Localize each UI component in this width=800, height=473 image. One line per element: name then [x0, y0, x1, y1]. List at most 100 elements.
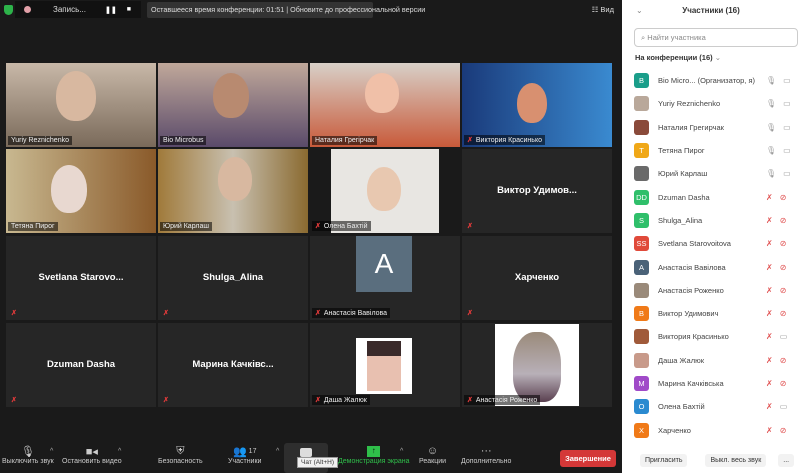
end-meeting-button[interactable]: Завершение: [560, 450, 616, 467]
video-tile[interactable]: Bio Microbus: [158, 63, 308, 147]
security-shield-icon[interactable]: [4, 5, 13, 15]
more-button[interactable]: ··· Дополнительно: [461, 444, 511, 465]
camera-off-icon[interactable]: ⊘: [780, 286, 787, 295]
camera-icon[interactable]: ▭: [780, 402, 788, 411]
video-tile[interactable]: Yuriy Reznichenko: [6, 63, 156, 147]
camera-off-icon[interactable]: ⊘: [780, 379, 787, 388]
video-tile[interactable]: Shulga_Alina ✗: [158, 236, 308, 320]
microphone-icon[interactable]: 🎙︎: [766, 146, 776, 155]
participants-count: 17: [248, 447, 257, 455]
muted-microphone-icon[interactable]: ✗: [766, 379, 773, 388]
camera-icon[interactable]: ▭: [780, 332, 788, 341]
invite-button[interactable]: Пригласить: [640, 454, 688, 467]
camera-icon[interactable]: ▭: [783, 169, 791, 178]
stop-recording-icon[interactable]: ■: [127, 6, 131, 13]
camera-off-icon[interactable]: ⊘: [780, 193, 787, 202]
muted-microphone-icon[interactable]: ✗: [766, 286, 773, 295]
camera-icon[interactable]: ▭: [783, 99, 791, 108]
audio-options-caret[interactable]: ^: [50, 448, 53, 455]
video-tile[interactable]: ✗ Олена Бахтій: [310, 149, 460, 233]
camera-off-icon[interactable]: ⊘: [780, 216, 787, 225]
participant-search-input[interactable]: ⌕ Найти участника: [634, 28, 798, 47]
video-tile[interactable]: ✗ Анастасія Роженко: [462, 323, 612, 407]
camera-off-icon[interactable]: ⊘: [780, 356, 787, 365]
view-button[interactable]: ☷ Вид: [592, 5, 614, 14]
participant-list-item[interactable]: Анастасія Роженко ✗ ⊘: [622, 279, 800, 302]
microphone-icon[interactable]: 🎙︎: [766, 169, 776, 178]
camera-off-icon[interactable]: ⊘: [780, 239, 787, 248]
participant-list-item[interactable]: S Shulga_Alina ✗ ⊘: [622, 209, 800, 232]
participant-list-item[interactable]: M Марина Качківська ✗ ⊘: [622, 372, 800, 395]
participant-list-item[interactable]: A Анастасія Вавілова ✗ ⊘: [622, 255, 800, 278]
participant-list-item[interactable]: Наталия Грегирчак 🎙︎ ▭: [622, 116, 800, 139]
video-tile[interactable]: Марина Качківс... ✗: [158, 323, 308, 407]
video-tile[interactable]: Наталия Грегірчак: [310, 63, 460, 147]
participant-list-item[interactable]: Юрий Карлаш 🎙︎ ▭: [622, 162, 800, 185]
panel-title: Участники (16): [682, 6, 740, 15]
participant-list-item[interactable]: Даша Жалюк ✗ ⊘: [622, 349, 800, 372]
muted-microphone-icon[interactable]: ✗: [766, 332, 773, 341]
participants-button[interactable]: 👥 17 Участники: [228, 444, 262, 466]
participants-options-caret[interactable]: ^: [276, 448, 279, 455]
recording-label: Запись...: [53, 5, 86, 14]
participant-list-item[interactable]: B Виктор Удимович ✗ ⊘: [622, 302, 800, 325]
muted-microphone-icon[interactable]: ✗: [766, 309, 773, 318]
mute-button[interactable]: 🎙 Выключить звук: [2, 444, 54, 466]
participant-list-item[interactable]: T Тетяна Пирог 🎙︎ ▭: [622, 139, 800, 162]
muted-microphone-icon[interactable]: ✗: [766, 239, 773, 248]
camera-off-icon[interactable]: ⊘: [780, 426, 787, 435]
tile-label: Yuriy Reznichenko: [8, 136, 72, 145]
camera-icon[interactable]: ▭: [783, 76, 791, 85]
share-options-caret[interactable]: ^: [400, 448, 403, 455]
video-tile[interactable]: ✗ Виктория Красинько: [462, 63, 612, 147]
participant-name: Юрий Карлаш: [658, 169, 708, 179]
stop-video-button[interactable]: ■◂ Остановить видео: [62, 444, 122, 466]
camera-off-icon[interactable]: ⊘: [780, 309, 787, 318]
video-tile[interactable]: Харченко ✗: [462, 236, 612, 320]
muted-microphone-icon[interactable]: ✗: [766, 402, 773, 411]
microphone-icon[interactable]: 🎙︎: [766, 123, 776, 132]
video-tile[interactable]: ✗ Даша Жалюк: [310, 323, 460, 407]
shield-icon: ⛨: [176, 444, 185, 457]
video-tile[interactable]: Юрий Карлаш: [158, 149, 308, 233]
security-button[interactable]: ⛨ Безопасность: [158, 444, 203, 466]
muted-microphone-icon[interactable]: ✗: [766, 356, 773, 365]
collapse-chevron-icon[interactable]: ⌄: [636, 0, 643, 22]
participant-name: Харченко: [658, 425, 691, 435]
participant-list-item[interactable]: B Bio Micro... (Организатор, я) 🎙︎ ▭: [622, 69, 800, 92]
camera-icon[interactable]: ▭: [783, 146, 791, 155]
muted-microphone-icon[interactable]: ✗: [766, 216, 773, 225]
participant-list-item[interactable]: DD Dzuman Dasha ✗ ⊘: [622, 185, 800, 208]
microphone-icon[interactable]: 🎙︎: [766, 99, 776, 108]
video-tile[interactable]: A ✗ Анастасія Вавілова: [310, 236, 460, 320]
microphone-icon[interactable]: 🎙︎: [766, 76, 776, 85]
participant-list-item[interactable]: X Харченко ✗ ⊘: [622, 418, 800, 441]
camera-icon[interactable]: ▭: [783, 123, 791, 132]
reactions-button[interactable]: ☺ Реакции: [419, 444, 446, 465]
video-tile[interactable]: Svetlana Starovo... ✗: [6, 236, 156, 320]
participant-list-item[interactable]: SS Svetlana Starovoitova ✗ ⊘: [622, 232, 800, 255]
muted-microphone-icon[interactable]: ✗: [766, 426, 773, 435]
participant-list-item[interactable]: O Олена Бахтій ✗ ▭: [622, 395, 800, 418]
panel-more-button[interactable]: ...: [778, 454, 795, 467]
video-options-caret[interactable]: ^: [118, 448, 121, 455]
video-tile[interactable]: Виктор Удимов... ✗: [462, 149, 612, 233]
chat-icon: [300, 448, 312, 457]
tile-label: ✗ Даша Жалюк: [312, 395, 370, 405]
camera-off-icon[interactable]: ⊘: [780, 263, 787, 272]
video-tile[interactable]: Тетяна Пирог: [6, 149, 156, 233]
muted-microphone-icon[interactable]: ✗: [766, 193, 773, 202]
pause-recording-icon[interactable]: ❚❚: [105, 6, 117, 14]
share-screen-button[interactable]: ↑ Демонстрация экрана: [338, 444, 410, 465]
participants-icon: 👥 17: [232, 445, 257, 458]
mute-all-button[interactable]: Выкл. весь звук: [705, 454, 767, 467]
participant-list-item[interactable]: Yuriy Reznichenko 🎙︎ ▭: [622, 92, 800, 115]
time-remaining-notice[interactable]: Оставшееся время конференции: 01:51 | Об…: [147, 2, 425, 18]
muted-microphone-icon[interactable]: ✗: [766, 263, 773, 272]
participant-list-item[interactable]: Виктория Красинько ✗ ▭: [622, 325, 800, 348]
reactions-label: Реакции: [419, 458, 447, 465]
in-meeting-section-header[interactable]: На конференции (16) ⌄: [635, 53, 800, 65]
tile-label: Юрий Карлаш: [160, 222, 212, 231]
participants-label: Участники: [228, 458, 262, 465]
video-tile[interactable]: Dzuman Dasha ✗: [6, 323, 156, 407]
